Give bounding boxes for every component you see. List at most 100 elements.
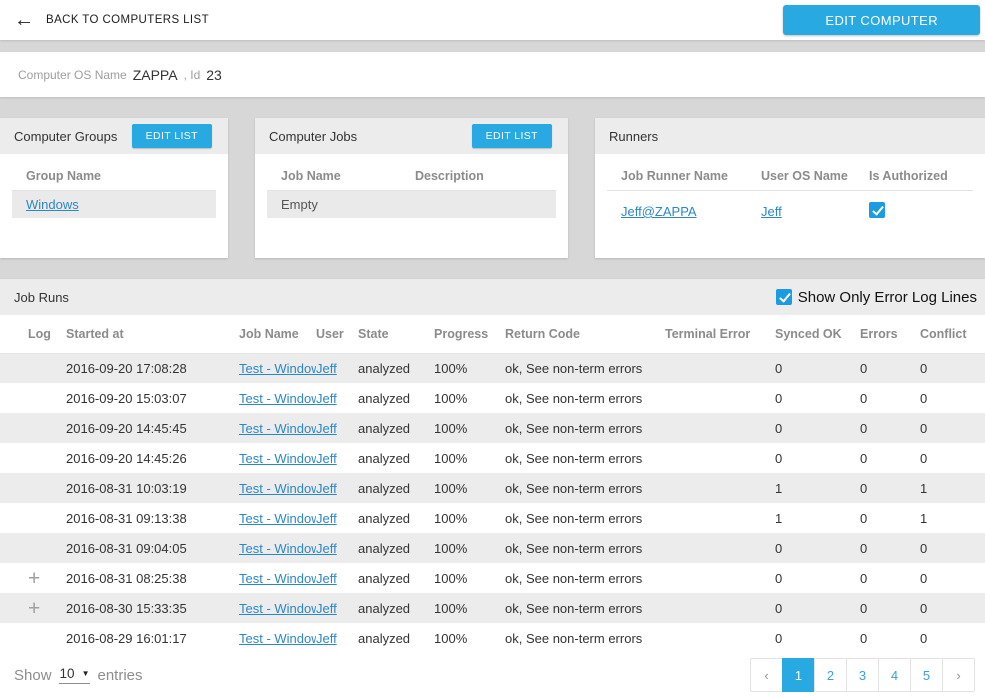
started-at-cell: 2016-08-31 10:03:19 — [66, 473, 239, 503]
state-cell: analyzed — [358, 533, 434, 563]
job-name-link[interactable]: Test - Windows — [239, 511, 316, 526]
back-arrow-icon[interactable]: ← — [14, 10, 34, 30]
user-link[interactable]: Jeff — [316, 571, 337, 586]
synced-ok-cell: 0 — [775, 353, 860, 383]
synced-ok-cell: 0 — [775, 593, 860, 623]
job-name-link[interactable]: Test - Windows — [239, 361, 316, 376]
job-runner-link[interactable]: Jeff@ZAPPA — [621, 204, 697, 219]
job-name-link[interactable]: Test - Windows — [239, 451, 316, 466]
job-run-row: 2016-08-31 09:04:05Test - WindowsJeff ana… — [0, 533, 985, 563]
log-cell — [0, 473, 66, 503]
edit-computer-button[interactable]: EDIT COMPUTER — [783, 5, 980, 35]
return-code-cell: ok, See non-term errors — [505, 563, 665, 593]
job-name-link[interactable]: Test - Windows — [239, 601, 316, 616]
job-name-cell: Test - Windows — [239, 623, 316, 653]
group-link[interactable]: Windows — [26, 197, 79, 212]
expand-log-icon[interactable]: + — [28, 568, 40, 589]
terminal-error-cell — [665, 533, 775, 563]
show-only-error-log-lines-checkbox[interactable] — [776, 289, 792, 305]
user-link[interactable]: Jeff — [316, 421, 337, 436]
user-link[interactable]: Jeff — [316, 361, 337, 376]
state-cell: analyzed — [358, 413, 434, 443]
user-link[interactable]: Jeff — [316, 631, 337, 646]
job-name-cell: Test - Windows — [239, 503, 316, 533]
started-at-cell: 2016-08-31 09:04:05 — [66, 533, 239, 563]
job-run-row: 2016-09-20 14:45:26Test - WindowsJeffana… — [0, 443, 985, 473]
started-at-cell: 2016-08-31 09:13:38 — [66, 503, 239, 533]
terminal-error-cell — [665, 503, 775, 533]
progress-cell: 100% — [434, 473, 505, 503]
started-at-cell: 2016-08-30 15:33:35 — [66, 593, 239, 623]
group-row: Windows — [12, 191, 216, 218]
terminal-error-cell — [665, 383, 775, 413]
error-log-filter[interactable]: Show Only Error Log Lines — [776, 289, 977, 306]
started-at-cell: 2016-08-29 16:01:17 — [66, 623, 239, 653]
job-name-cell: Test - Windows — [239, 413, 316, 443]
user-link[interactable]: Jeff — [316, 601, 337, 616]
log-cell — [0, 533, 66, 563]
return-code-cell: ok, See non-term errors — [505, 443, 665, 473]
runners-table: Job Runner Name User OS Name Is Authoriz… — [607, 162, 973, 232]
runner-row: Jeff@ZAPPA Jeff — [607, 191, 973, 232]
progress-cell: 100% — [434, 533, 505, 563]
return-code-cell: ok, See non-term errors — [505, 623, 665, 653]
state-cell: analyzed — [358, 503, 434, 533]
page-size-select[interactable]: 10 ▼ — [59, 666, 91, 684]
user-link[interactable]: Jeff — [316, 391, 337, 406]
job-runner-name-column-header: Job Runner Name — [607, 169, 747, 183]
edit-groups-list-button[interactable]: EDIT LIST — [132, 124, 212, 148]
job-run-row: 2016-09-20 15:03:07Test - WindowsJeffana… — [0, 383, 985, 413]
pagination-page-4[interactable]: 4 — [878, 658, 911, 692]
started-at-cell: 2016-09-20 15:03:07 — [66, 383, 239, 413]
job-runs-table: LogStarted atJob NameUserStateProgressRe… — [0, 315, 985, 653]
job-name-link[interactable]: Test - Windows — [239, 391, 316, 406]
conflict-cell: 0 — [920, 383, 985, 413]
user-link[interactable]: Jeff — [316, 511, 337, 526]
progress-cell: 100% — [434, 593, 505, 623]
return-code-cell: ok, See non-term errors — [505, 383, 665, 413]
job-name-link[interactable]: Test - Windows — [239, 631, 316, 646]
edit-jobs-list-button[interactable]: EDIT LIST — [472, 124, 552, 148]
pagination-next-button[interactable]: › — [942, 658, 975, 692]
return-code-cell: ok, See non-term errors — [505, 503, 665, 533]
job-name-link[interactable]: Test - Windows — [239, 421, 316, 436]
terminal-error-cell — [665, 353, 775, 383]
pagination-page-1[interactable]: 1 — [782, 658, 815, 692]
user-link[interactable]: Jeff — [316, 541, 337, 556]
job-runs-column-header: Log — [0, 315, 66, 353]
is-authorized-checkbox[interactable] — [869, 202, 885, 218]
back-to-computers-list-link[interactable]: BACK TO COMPUTERS LIST — [46, 14, 209, 26]
conflict-cell: 0 — [920, 443, 985, 473]
pagination-page-3[interactable]: 3 — [846, 658, 879, 692]
group-name-column-header: Group Name — [12, 169, 216, 183]
job-runs-column-header: Errors — [860, 315, 920, 353]
computer-groups-panel: Computer Groups EDIT LIST Group Name Win… — [0, 118, 228, 258]
user-link[interactable]: Jeff — [316, 481, 337, 496]
job-name-link[interactable]: Test - Windows — [239, 571, 316, 586]
job-name-link[interactable]: Test - Windows — [239, 481, 316, 496]
job-runs-header: Job Runs Show Only Error Log Lines — [0, 279, 985, 315]
pagination-page-2[interactable]: 2 — [814, 658, 847, 692]
user-link[interactable]: Jeff — [316, 451, 337, 466]
runner-user-link[interactable]: Jeff — [761, 204, 782, 219]
id-label: , Id — [184, 68, 201, 82]
job-name-link[interactable]: Test - Windows — [239, 541, 316, 556]
job-name-cell: Test - Windows — [239, 353, 316, 383]
conflict-cell: 0 — [920, 623, 985, 653]
state-cell: analyzed — [358, 593, 434, 623]
return-code-cell: ok, See non-term errors — [505, 533, 665, 563]
terminal-error-cell — [665, 563, 775, 593]
conflict-cell: 0 — [920, 413, 985, 443]
groups-table-head: Group Name — [12, 162, 216, 191]
pagination-prev-button[interactable]: ‹ — [750, 658, 783, 692]
job-runs-column-header: State — [358, 315, 434, 353]
job-name-cell: Test - Windows — [239, 533, 316, 563]
job-runs-column-header: Synced OK — [775, 315, 860, 353]
jobs-table-head: Job Name Description — [267, 162, 556, 191]
pagination-page-5[interactable]: 5 — [910, 658, 943, 692]
expand-log-icon[interactable]: + — [28, 598, 40, 619]
conflict-cell: 0 — [920, 353, 985, 383]
progress-cell: 100% — [434, 443, 505, 473]
terminal-error-cell — [665, 473, 775, 503]
table-footer: Show 10 ▼ entries ‹12345› — [0, 653, 985, 697]
